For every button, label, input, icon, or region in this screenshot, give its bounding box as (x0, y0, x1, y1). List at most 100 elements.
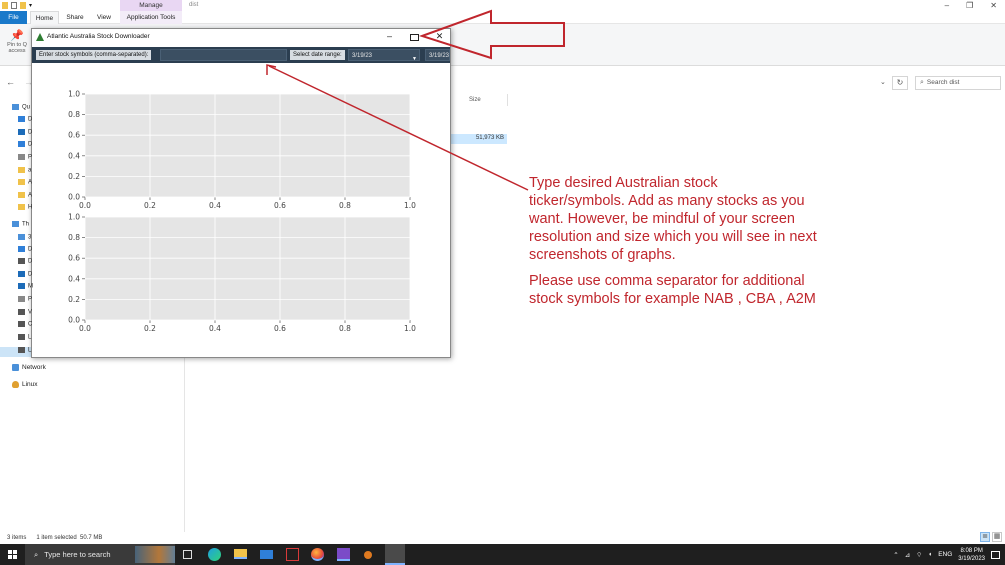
folder-icon (18, 129, 25, 135)
annotation-line: want. However, be mindful of your screen (529, 211, 795, 227)
folder-icon[interactable] (2, 2, 8, 9)
language-indicator[interactable]: ENG (938, 551, 952, 558)
nav-item-label: P (28, 296, 33, 303)
minimize-icon[interactable]: – (385, 31, 394, 43)
close-icon[interactable]: ✕ (990, 1, 997, 10)
status-bar: 3 items 1 item selected 50.7 MB (7, 535, 102, 541)
folder-icon (18, 283, 25, 289)
mail-icon[interactable] (260, 550, 273, 559)
column-header-size[interactable]: Size (469, 97, 481, 103)
folder-icon (18, 309, 25, 315)
maximize-icon[interactable] (410, 31, 419, 43)
y-tick-label: 0.0 (68, 316, 80, 325)
nav-item-network[interactable]: Network (12, 364, 46, 371)
folder-icon (18, 296, 25, 302)
nav-item-label: V (28, 309, 33, 316)
nav-item[interactable]: D (18, 129, 32, 139)
x-tick-label: 1.0 (404, 324, 416, 333)
search-icon: ⌕ (34, 550, 39, 559)
file-row-selected[interactable]: 51,973 KB (450, 134, 507, 144)
app-red-icon[interactable] (286, 548, 299, 561)
volume-icon[interactable]: ◖ (928, 551, 932, 558)
minimize-icon[interactable]: – (945, 1, 949, 10)
y-tick-label: 0.6 (68, 254, 80, 263)
nav-item-label: D (28, 129, 33, 136)
end-date-picker[interactable]: 3/19/23 (425, 49, 450, 61)
file-explorer-icon[interactable] (234, 549, 247, 559)
visual-studio-icon[interactable] (337, 548, 350, 561)
network-icon[interactable]: ⊿ (905, 551, 910, 559)
windows-start-icon[interactable] (8, 550, 17, 559)
stock-downloader-taskbar-icon[interactable] (385, 544, 405, 565)
dropdown-icon[interactable]: ▾ (29, 2, 35, 9)
folder-icon (18, 334, 25, 340)
nav-item[interactable]: D (18, 246, 32, 256)
nav-item[interactable]: M (18, 283, 33, 293)
folder-icon[interactable] (20, 2, 26, 9)
search-icon: ⌕ (920, 79, 924, 86)
annotation-line: stock symbols for example NAB , CBA , A2… (529, 291, 816, 307)
close-icon[interactable]: ✕ (435, 31, 444, 43)
tab-file[interactable]: File (0, 11, 27, 24)
refresh-icon[interactable]: ↻ (892, 76, 908, 90)
wifi-icon[interactable]: ⌔ (916, 550, 922, 559)
explorer-search-input[interactable]: ⌕ Search dist (915, 76, 1001, 90)
stock-downloader-window: Atlantic Australia Stock Downloader – ✕ … (31, 28, 451, 358)
y-tick-label: 1.0 (68, 90, 80, 99)
nav-item[interactable]: Th (12, 221, 29, 231)
y-tick-label: 0.4 (68, 274, 80, 283)
pin-quick-access-button[interactable]: 📌 Pin to Q access (2, 30, 32, 54)
tab-share[interactable]: Share (62, 11, 88, 24)
chevron-up-icon[interactable]: ⌃ (893, 551, 898, 559)
clock-date: 3/19/2023 (958, 555, 985, 562)
nav-item[interactable]: H (18, 204, 32, 214)
nav-item[interactable]: L (18, 334, 31, 344)
stock-symbols-input[interactable] (160, 49, 287, 61)
nav-item[interactable]: P (18, 154, 32, 164)
nav-item[interactable]: a (18, 167, 31, 177)
nav-item[interactable]: L (18, 347, 31, 357)
pin-label: Pin to Q access (7, 42, 27, 54)
app-titlebar[interactable]: Atlantic Australia Stock Downloader – ✕ (32, 29, 450, 47)
clock-time: 8:08 PM (960, 547, 983, 554)
start-date-picker[interactable]: 3/19/23 ▼ (348, 49, 420, 62)
nav-item-linux[interactable]: Linux (12, 381, 38, 388)
nav-item[interactable]: A (18, 179, 32, 189)
back-arrow-icon[interactable]: ← (6, 77, 15, 87)
nav-item[interactable]: D (18, 116, 32, 126)
tab-home[interactable]: Home (30, 11, 59, 24)
nav-item[interactable]: D (18, 258, 32, 268)
task-view-icon[interactable] (183, 550, 192, 559)
nav-item[interactable]: D (18, 271, 32, 281)
app-window-controls: – ✕ (385, 31, 444, 43)
column-divider[interactable] (507, 94, 508, 106)
nav-item[interactable]: A (18, 192, 32, 202)
chevron-down-icon[interactable]: ⌄ (880, 78, 886, 86)
nav-item-label: a (28, 167, 32, 174)
tab-application-tools[interactable]: Application Tools (120, 11, 182, 24)
annotation-line: Please use comma separator for additiona… (529, 273, 805, 289)
notifications-icon[interactable] (991, 550, 1000, 559)
nav-item[interactable]: Qu (12, 104, 30, 114)
restore-icon[interactable]: ❐ (966, 1, 973, 10)
large-icons-view-icon[interactable]: ▦ (992, 532, 1002, 542)
y-tick-label: 0.2 (68, 172, 80, 181)
nav-item[interactable]: 3 (18, 234, 31, 244)
nav-item[interactable]: D (18, 141, 32, 151)
details-view-icon[interactable]: ≣ (980, 532, 990, 542)
explorer-window-title: dist (189, 2, 199, 8)
taskbar-search-input[interactable]: ⌕ Type here to search (25, 544, 175, 565)
checkbox-icon[interactable] (11, 2, 17, 9)
y-tick-label: 0.2 (68, 295, 80, 304)
tab-view[interactable]: View (91, 11, 117, 24)
nav-item[interactable]: V (18, 309, 32, 319)
nav-item-label: A (28, 192, 33, 199)
date-range-label: Select date range: (290, 50, 345, 60)
nav-item[interactable]: P (18, 296, 32, 306)
clock[interactable]: 8:08 PM 3/19/2023 (958, 547, 985, 563)
firefox-icon[interactable] (311, 548, 324, 561)
app-orange-icon[interactable] (364, 551, 372, 559)
edge-icon[interactable] (208, 548, 221, 561)
annotation-line: screenshots of graphs. (529, 247, 676, 263)
nav-item[interactable]: C (18, 321, 32, 331)
